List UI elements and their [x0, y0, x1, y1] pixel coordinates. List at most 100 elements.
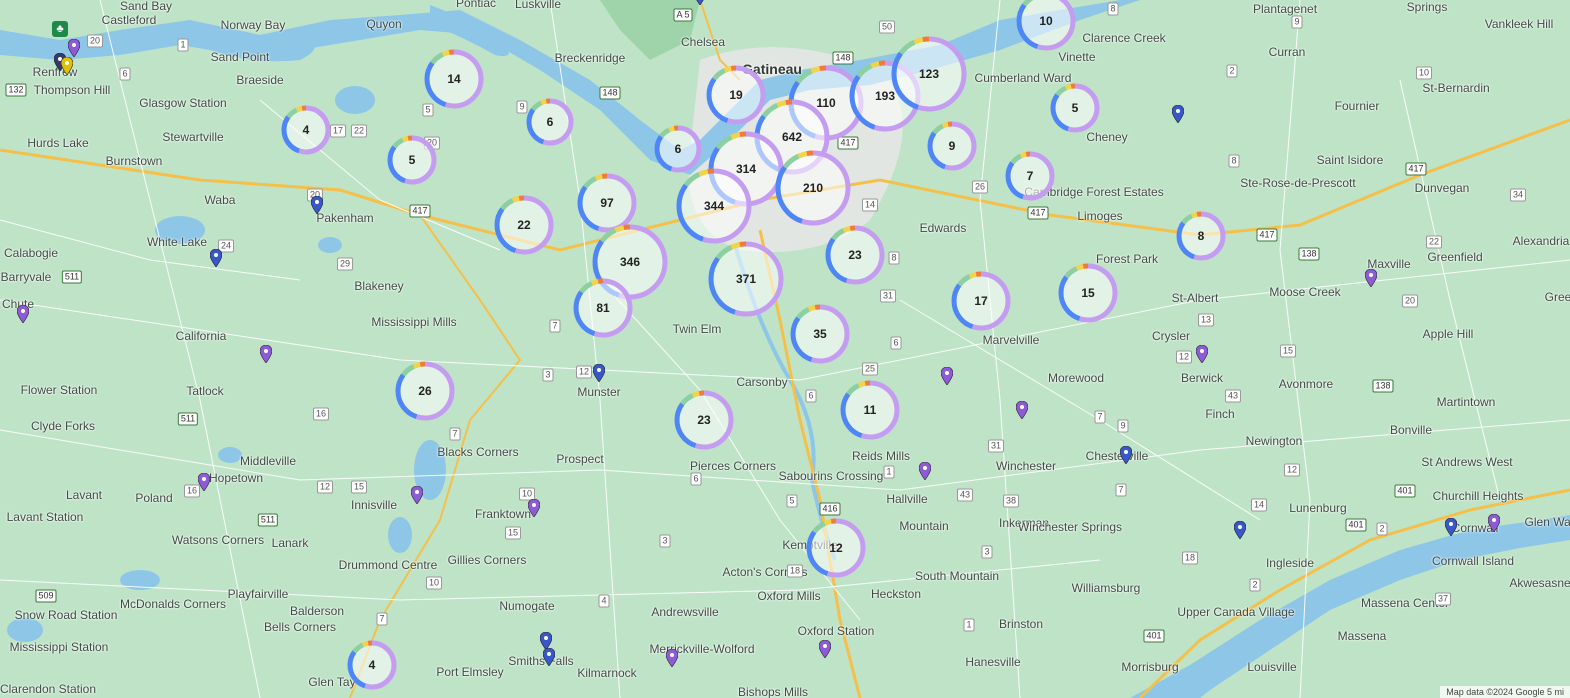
- map-pin-icon[interactable]: [16, 304, 30, 328]
- place-label[interactable]: Snow Road Station: [15, 609, 118, 621]
- place-label[interactable]: Balderson: [290, 605, 344, 617]
- place-label[interactable]: Lunenburg: [1289, 502, 1346, 514]
- cluster-5b[interactable]: 5: [1050, 83, 1100, 133]
- place-label[interactable]: Prospect: [556, 453, 603, 465]
- place-label[interactable]: Alexandria: [1513, 235, 1570, 247]
- place-label[interactable]: Mississippi Station: [10, 641, 109, 653]
- place-label[interactable]: Watsons Corners: [172, 534, 264, 546]
- place-label[interactable]: Andrewsville: [651, 606, 718, 618]
- place-label[interactable]: Heckston: [871, 588, 921, 600]
- cluster-7[interactable]: 7: [1005, 151, 1055, 201]
- cluster-4[interactable]: 4: [281, 105, 331, 155]
- place-label[interactable]: Twin Elm: [673, 323, 722, 335]
- place-label[interactable]: Mississippi Mills: [371, 316, 456, 328]
- map-pin-icon[interactable]: [940, 366, 954, 390]
- cluster-9[interactable]: 9: [927, 121, 977, 171]
- cluster-123[interactable]: 123: [891, 36, 967, 112]
- place-label[interactable]: Sabourins Crossing: [779, 470, 884, 482]
- place-label[interactable]: Chesterville: [1086, 450, 1149, 462]
- place-label[interactable]: Morrisburg: [1121, 661, 1178, 673]
- place-label[interactable]: Brinston: [999, 618, 1043, 630]
- place-label[interactable]: Poland: [135, 492, 172, 504]
- place-label[interactable]: Munster: [577, 386, 620, 398]
- place-label[interactable]: Vankleek Hill: [1485, 18, 1553, 30]
- place-label[interactable]: White Lake: [147, 236, 207, 248]
- map-pin-icon[interactable]: [209, 248, 223, 272]
- map-pin-icon[interactable]: [1119, 445, 1133, 469]
- map-pin-icon[interactable]: [1364, 268, 1378, 292]
- cluster-12[interactable]: 12: [806, 518, 866, 578]
- place-label[interactable]: Curran: [1269, 46, 1306, 58]
- place-label[interactable]: Finch: [1205, 408, 1234, 420]
- place-label[interactable]: Vinette: [1058, 51, 1095, 63]
- place-label[interactable]: Saint Isidore: [1317, 154, 1384, 166]
- map-pin-icon[interactable]: [1195, 344, 1209, 368]
- map-pin-icon[interactable]: [818, 639, 832, 663]
- place-label[interactable]: Hanesville: [965, 656, 1020, 668]
- cluster-210[interactable]: 210: [775, 150, 851, 226]
- map-canvas[interactable]: ♣ Sand Bay Castleford Norway Bay Quyon Ponti…: [0, 0, 1570, 698]
- place-label[interactable]: Mountain: [899, 520, 948, 532]
- map-pin-icon[interactable]: [1015, 400, 1029, 424]
- map-pin-icon[interactable]: [1487, 513, 1501, 537]
- place-label[interactable]: Luskville: [515, 0, 561, 10]
- cluster-15[interactable]: 15: [1058, 263, 1118, 323]
- place-label[interactable]: Lanark: [272, 537, 309, 549]
- place-label[interactable]: Newington: [1246, 435, 1303, 447]
- place-label[interactable]: Lavant Station: [7, 511, 84, 523]
- cluster-26[interactable]: 26: [395, 361, 455, 421]
- cluster-11[interactable]: 11: [840, 380, 900, 440]
- place-label[interactable]: South Mountain: [915, 570, 999, 582]
- place-label[interactable]: Franktown: [475, 508, 531, 520]
- place-label[interactable]: Churchill Heights: [1433, 490, 1524, 502]
- place-label[interactable]: Middleville: [240, 455, 296, 467]
- place-label[interactable]: Norway Bay: [221, 19, 286, 31]
- map-pin-icon[interactable]: [1187, 0, 1199, 4]
- place-label[interactable]: Martintown: [1437, 396, 1496, 408]
- place-label[interactable]: Pakenham: [316, 212, 373, 224]
- map-pin-icon[interactable]: [694, 0, 706, 10]
- place-label[interactable]: Pierces Corners: [690, 460, 776, 472]
- map-pin-icon[interactable]: [918, 461, 932, 485]
- place-label[interactable]: Winchester Springs: [1018, 521, 1122, 533]
- place-label[interactable]: Apple Hill: [1423, 328, 1474, 340]
- place-label[interactable]: Greenfield: [1427, 251, 1482, 263]
- map-pin-icon[interactable]: [310, 195, 324, 219]
- place-label[interactable]: Moose Creek: [1269, 286, 1340, 298]
- place-label[interactable]: Sand Bay: [120, 0, 172, 12]
- place-label[interactable]: Breckenridge: [555, 52, 626, 64]
- cluster-344[interactable]: 344: [676, 168, 752, 244]
- map-pin-icon[interactable]: [197, 472, 211, 496]
- place-label[interactable]: Hallville: [886, 493, 927, 505]
- place-label[interactable]: Winchester: [996, 460, 1056, 472]
- place-label[interactable]: Oxford Mills: [757, 590, 820, 602]
- place-label[interactable]: Fournier: [1335, 100, 1380, 112]
- cluster-5[interactable]: 5: [387, 135, 437, 185]
- place-label[interactable]: Hurds Lake: [27, 137, 88, 149]
- place-label[interactable]: Playfairville: [228, 588, 289, 600]
- map-pin-icon[interactable]: [60, 56, 74, 80]
- place-label[interactable]: St-Bernardin: [1422, 82, 1489, 94]
- place-label[interactable]: Bells Corners: [264, 621, 336, 633]
- place-label[interactable]: California: [176, 330, 227, 342]
- place-label[interactable]: Upper Canada Village: [1177, 606, 1294, 618]
- place-label[interactable]: Barryvale: [1, 271, 52, 283]
- place-label[interactable]: Marvelville: [983, 334, 1040, 346]
- place-label[interactable]: Waba: [205, 194, 236, 206]
- place-label[interactable]: Blakeney: [354, 280, 403, 292]
- place-label[interactable]: Hopetown: [209, 472, 263, 484]
- place-label[interactable]: Flower Station: [21, 384, 98, 396]
- cluster-6[interactable]: 6: [526, 98, 574, 146]
- map-pin-icon[interactable]: [259, 344, 273, 368]
- place-label[interactable]: St Andrews West: [1421, 456, 1512, 468]
- place-label[interactable]: Burnstown: [106, 155, 163, 167]
- map-pin-icon[interactable]: [1444, 517, 1458, 541]
- cluster-6b[interactable]: 6: [654, 125, 702, 173]
- place-label[interactable]: Dunvegan: [1415, 182, 1470, 194]
- place-label[interactable]: Quyon: [366, 18, 401, 30]
- place-label[interactable]: Glasgow Station: [139, 97, 226, 109]
- cluster-371[interactable]: 371: [708, 241, 784, 317]
- map-pin-icon[interactable]: [542, 647, 556, 671]
- place-label[interactable]: Chelsea: [681, 36, 725, 48]
- map-pin-icon[interactable]: [1233, 520, 1247, 544]
